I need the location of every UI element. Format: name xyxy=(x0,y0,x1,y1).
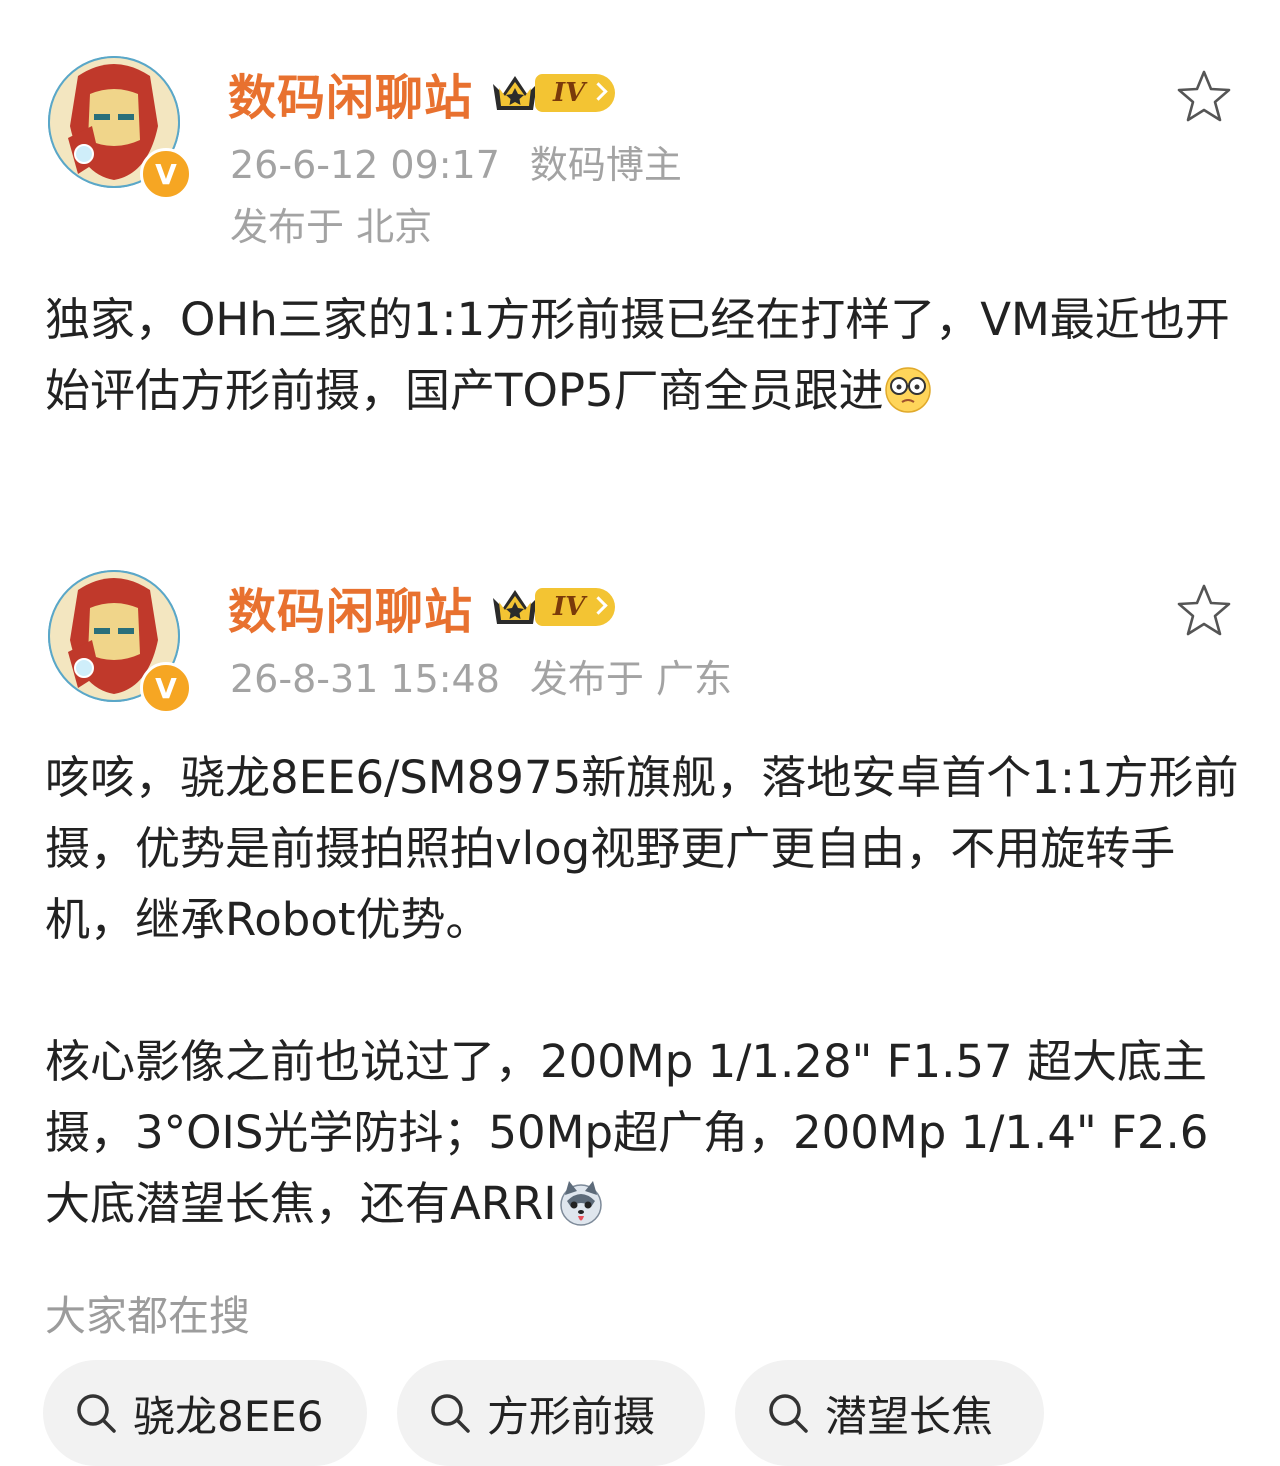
author-name[interactable]: 数码闲聊站 xyxy=(228,572,473,642)
post-location: 发布于 广东 xyxy=(529,657,732,701)
verified-badge: V xyxy=(140,148,192,200)
post-meta: 26-8-31 15:48 发布于 广东 xyxy=(230,648,732,703)
search-chip-label: 方形前摄 xyxy=(487,1391,656,1441)
avatar[interactable]: V xyxy=(48,56,192,200)
author-role: 数码博主 xyxy=(529,143,682,187)
level-label: IV xyxy=(535,74,616,112)
post-time: 26-6-12 09:17 xyxy=(230,143,500,187)
post-text: 咳咳，骁龙8EE6/SM8975新旗舰，落地安卓首个1:1方形前摄，优势是前摄拍… xyxy=(45,751,1239,1230)
favorite-star-icon[interactable] xyxy=(1175,582,1233,640)
crown-icon xyxy=(493,590,538,624)
husky-emoji-icon xyxy=(559,1181,602,1226)
favorite-star-icon[interactable] xyxy=(1175,68,1233,126)
post-content: 咳咳，骁龙8EE6/SM8975新旗舰，落地安卓首个1:1方形前摄，优势是前摄拍… xyxy=(45,742,1245,1239)
level-badge[interactable]: IV xyxy=(489,68,616,118)
post-content: 独家，OHh三家的1:1方形前摄已经在打样了，VM最近也开始评估方形前摄，国产T… xyxy=(45,284,1245,426)
search-icon xyxy=(77,1394,116,1433)
author-name[interactable]: 数码闲聊站 xyxy=(228,58,473,128)
search-chip[interactable]: 潜望长焦 xyxy=(735,1360,1044,1466)
search-icon xyxy=(431,1394,470,1433)
post-meta: 26-6-12 09:17 数码博主 xyxy=(230,134,682,189)
glasses-emoji-icon xyxy=(884,367,931,413)
search-chip-label: 潜望长焦 xyxy=(825,1391,994,1441)
search-chip[interactable]: 方形前摄 xyxy=(397,1360,705,1466)
level-label: IV xyxy=(535,588,616,626)
post-time: 26-8-31 15:48 xyxy=(230,657,500,701)
post-location: 发布于 北京 xyxy=(230,205,433,249)
level-badge[interactable]: IV xyxy=(489,582,616,632)
trending-search-chips: 骁龙8EE6 方形前摄 潜望长焦 xyxy=(43,1360,1044,1466)
search-chip[interactable]: 骁龙8EE6 xyxy=(43,1360,367,1466)
search-icon xyxy=(769,1394,808,1433)
search-chip-label: 骁龙8EE6 xyxy=(133,1391,324,1441)
trending-search-title: 大家都在搜 xyxy=(45,1292,250,1340)
crown-icon xyxy=(493,76,538,110)
avatar[interactable]: V xyxy=(48,570,192,714)
verified-badge: V xyxy=(140,662,192,714)
post-text: 独家，OHh三家的1:1方形前摄已经在打样了，VM最近也开始评估方形前摄，国产T… xyxy=(45,293,1230,417)
